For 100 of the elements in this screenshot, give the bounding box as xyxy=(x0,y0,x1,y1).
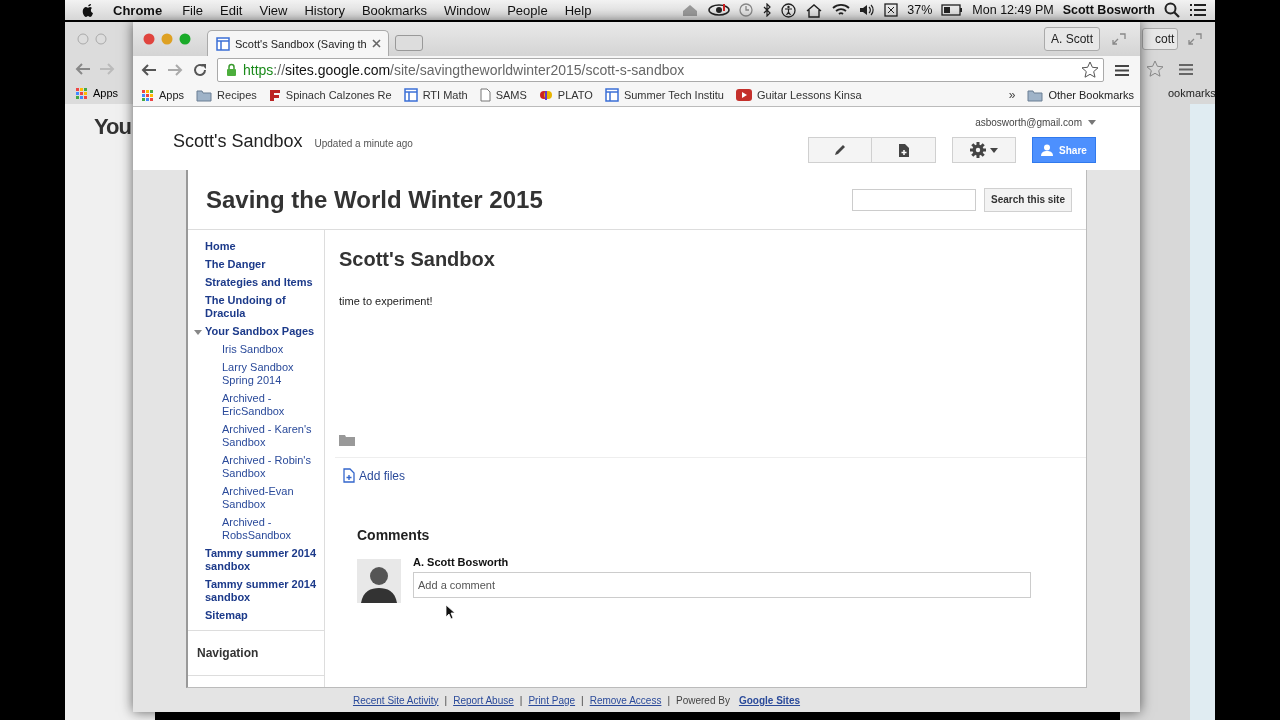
plato-icon xyxy=(538,88,553,102)
accessibility-icon[interactable] xyxy=(781,2,797,18)
section-heading: Navigation xyxy=(197,646,259,660)
file-add-icon xyxy=(343,468,355,483)
browser-tab[interactable]: Scott's Sandbox (Saving th xyxy=(207,30,389,56)
menu-item[interactable]: Window xyxy=(443,2,491,18)
clock-icon[interactable] xyxy=(739,3,754,17)
collapse-triangle-icon[interactable] xyxy=(194,328,202,336)
footer-link[interactable]: Recent Site Activity xyxy=(352,694,439,706)
nav-link[interactable]: Larry Sandbox Spring 2014 xyxy=(222,361,318,387)
wifi-icon[interactable] xyxy=(832,3,851,17)
profile-button[interactable]: cott xyxy=(1142,28,1179,50)
document-icon xyxy=(479,88,491,102)
bluetooth-icon[interactable] xyxy=(762,3,773,17)
nav-link[interactable]: Your Sandbox Pages xyxy=(205,325,315,338)
more-bookmarks-button[interactable]: » xyxy=(1008,88,1016,102)
user-menu[interactable]: Scott Bosworth xyxy=(1062,3,1155,17)
menu-item[interactable]: People xyxy=(507,2,548,18)
nav-link[interactable]: Archived - Karen's Sandbox xyxy=(222,423,318,449)
bookmark[interactable]: RTI Math xyxy=(403,88,468,102)
nav-link[interactable]: Tammy summer 2014 sandbox xyxy=(205,578,318,604)
account-menu[interactable]: asbosworth@gmail.com xyxy=(975,107,1096,129)
page-text: time to experiment! xyxy=(339,295,434,307)
menu-item[interactable]: Edit xyxy=(220,2,243,18)
new-page-icon xyxy=(898,143,909,157)
window-controls-icon[interactable] xyxy=(143,33,193,45)
input-menu-icon[interactable] xyxy=(884,3,899,17)
search-icon[interactable] xyxy=(1164,2,1180,18)
star-icon[interactable] xyxy=(1146,60,1164,78)
page-title: Scott's Sandbox xyxy=(339,248,496,271)
apps-icon xyxy=(75,86,88,100)
folder-icon[interactable] xyxy=(339,434,355,446)
nav-link[interactable]: The Undoing of Dracula xyxy=(205,294,318,320)
bookmark[interactable]: Apps xyxy=(141,88,185,102)
separator: | xyxy=(444,694,448,706)
gear-icon xyxy=(970,142,986,158)
footer-link[interactable]: Report Abuse xyxy=(453,694,514,706)
nav-link[interactable]: Sitemap xyxy=(205,609,248,622)
comment-field[interactable]: Add a comment xyxy=(413,572,1031,598)
menu-icon[interactable] xyxy=(1178,62,1194,76)
footer-link[interactable]: Print Page xyxy=(528,694,576,706)
nav-link[interactable]: Home xyxy=(205,240,236,253)
back-arrow-icon[interactable] xyxy=(141,64,157,76)
caret-icon xyxy=(1088,119,1096,125)
app-menu[interactable]: Chrome xyxy=(113,2,163,18)
nav-link[interactable]: The Danger xyxy=(205,258,266,271)
pencil-icon xyxy=(834,144,846,156)
reload-icon[interactable] xyxy=(193,63,207,77)
search-button[interactable]: Search this site xyxy=(984,187,1072,212)
cursor-icon xyxy=(445,604,455,620)
folder-icon xyxy=(1027,88,1044,102)
address-bar[interactable]: https://sites.google.com/site/savingtheworldwinter2015/scott-s-sandbox xyxy=(217,58,1104,82)
video-icon xyxy=(735,89,752,101)
avatar xyxy=(357,559,401,603)
menu-item[interactable]: Bookmarks xyxy=(361,2,427,18)
menu-icon[interactable] xyxy=(1114,63,1130,77)
footer-link[interactable]: Remove Access xyxy=(589,694,662,706)
powered-by-text: Powered By xyxy=(676,694,730,706)
updated-text: Updated a minute ago xyxy=(314,138,413,149)
search-field[interactable] xyxy=(852,188,977,211)
url-text: https://sites.google.com/site/savingtheworldwinter2015/scott-s-sandbox xyxy=(243,62,685,78)
menu-item[interactable]: File xyxy=(182,2,204,18)
battery-icon[interactable] xyxy=(941,4,964,16)
bookmark[interactable]: PLATO xyxy=(538,88,593,102)
nav-link[interactable]: Strategies and Items xyxy=(205,276,313,289)
nav-link[interactable]: Archived - Robin's Sandbox xyxy=(222,454,318,480)
nav-link[interactable]: Archived - EricSandbox xyxy=(222,392,318,418)
house-icon[interactable] xyxy=(805,2,824,18)
eye-icon[interactable] xyxy=(708,3,731,17)
battery-percent: 37% xyxy=(907,3,933,17)
separator: | xyxy=(519,694,523,706)
nav-link[interactable]: Tammy summer 2014 sandbox xyxy=(205,547,318,573)
apple-icon[interactable] xyxy=(81,2,95,18)
site-title: Saving the World Winter 2015 xyxy=(206,185,543,214)
new-page-button[interactable] xyxy=(872,137,936,163)
bookmark[interactable]: Apps xyxy=(75,86,119,100)
nav-link[interactable]: Archived - RobsSandbox xyxy=(222,516,318,542)
menu-item[interactable]: Help xyxy=(564,2,592,18)
speaker-icon[interactable] xyxy=(859,3,876,17)
bookmark[interactable]: Other Bookmarks xyxy=(1027,88,1134,102)
menu-item[interactable]: View xyxy=(259,2,288,18)
fullscreen-icon[interactable] xyxy=(1112,33,1126,45)
clock[interactable]: Mon 12:49 PM xyxy=(972,3,1054,17)
nav-link[interactable]: Iris Sandbox xyxy=(222,343,284,356)
profile-button[interactable]: A. Scott xyxy=(1043,27,1100,51)
comments-heading: Comments xyxy=(357,527,431,543)
bookmark[interactable]: Summer Tech Institu xyxy=(604,88,724,102)
add-files-link[interactable]: Add files xyxy=(343,468,1086,483)
bookmark[interactable]: Guitar Lessons Kinsa xyxy=(735,89,862,101)
caret-icon xyxy=(990,147,998,153)
star-icon[interactable] xyxy=(1081,61,1099,79)
bookmark[interactable]: Recipes xyxy=(196,88,257,102)
close-icon[interactable] xyxy=(371,39,381,48)
footer-link[interactable]: Google Sites xyxy=(738,694,801,706)
settings-button[interactable] xyxy=(952,137,1016,163)
bookmark[interactable]: Spinach Calzones Re xyxy=(268,88,392,102)
nav-link[interactable]: Archived-Evan Sandbox xyxy=(222,485,318,511)
list-icon[interactable] xyxy=(1189,3,1207,17)
menu-item[interactable]: History xyxy=(304,2,345,18)
bookmark[interactable]: SAMS xyxy=(479,88,527,102)
